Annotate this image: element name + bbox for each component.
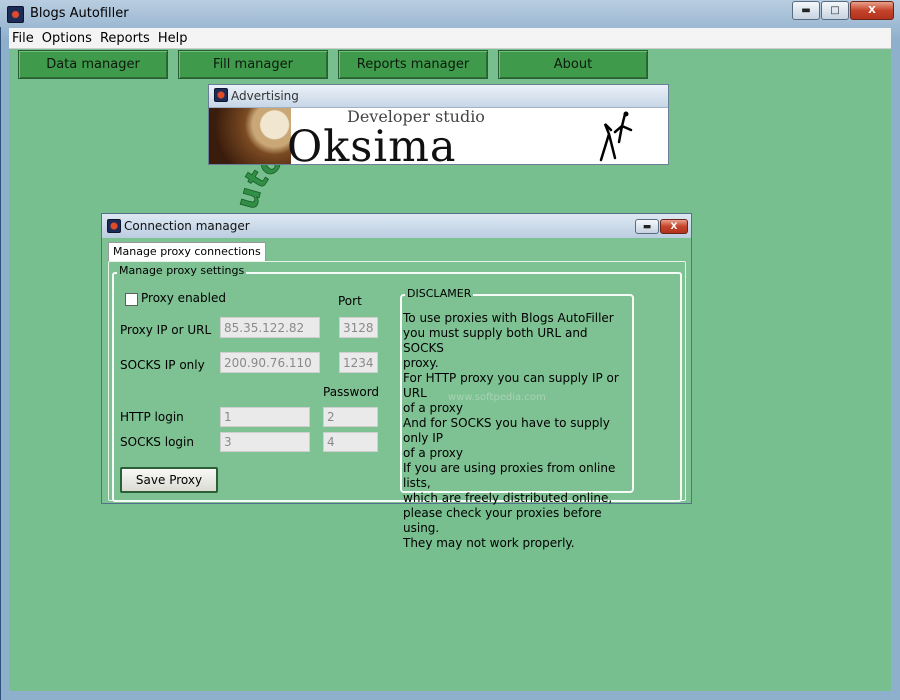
fill-manager-button[interactable]: Fill manager xyxy=(178,50,328,79)
main-titlebar[interactable]: Blogs Autofiller ▬ □ X xyxy=(0,0,900,27)
connection-manager-window: Connection manager ▬ X Manage proxy conn… xyxy=(101,213,692,550)
socks-port-input[interactable] xyxy=(339,352,378,373)
about-button[interactable]: About xyxy=(498,50,648,79)
reports-manager-button[interactable]: Reports manager xyxy=(338,50,488,79)
menu-options[interactable]: Options xyxy=(39,31,95,46)
http-login-input[interactable] xyxy=(220,407,310,427)
close-button[interactable]: X xyxy=(850,1,894,20)
window-caption-buttons: ▬ □ X xyxy=(791,1,894,20)
connection-manager-caption-buttons: ▬ X xyxy=(634,219,688,234)
proxy-settings-legend: Manage proxy settings xyxy=(117,264,247,277)
banner-brand: Oksima xyxy=(287,122,457,164)
window-title: Blogs Autofiller xyxy=(30,6,129,21)
menubar: File Options Reports Help xyxy=(9,28,891,49)
connection-manager-app-icon xyxy=(107,219,121,233)
close-icon: X xyxy=(868,5,876,16)
app-icon xyxy=(7,6,24,23)
proxy-ip-label: Proxy IP or URL xyxy=(120,323,212,337)
minimize-icon: ▬ xyxy=(801,5,811,16)
disclaimer-text: To use proxies with Blogs AutoFiller you… xyxy=(403,311,619,550)
password-header: Password xyxy=(323,385,380,399)
http-password-input[interactable] xyxy=(323,407,378,427)
minimize-button[interactable]: ▬ xyxy=(792,1,820,20)
menu-help[interactable]: Help xyxy=(155,31,191,46)
save-proxy-button[interactable]: Save Proxy xyxy=(120,467,218,493)
minimize-icon: ▬ xyxy=(642,221,652,232)
tab-panel: www.softpedia.com Manage proxy settings … xyxy=(108,261,686,550)
disclaimer-box: DISCLAMER To use proxies with Blogs Auto… xyxy=(400,287,634,550)
socks-login-label: SOCKS login xyxy=(120,435,194,449)
proxy-enabled-checkbox[interactable] xyxy=(125,293,138,306)
tab-manage-proxy-connections[interactable]: Manage proxy connections xyxy=(108,242,266,261)
advertising-app-icon xyxy=(214,88,228,102)
proxy-ip-input[interactable] xyxy=(220,317,320,338)
main-window: Blogs Autofiller ▬ □ X File Options Repo… xyxy=(0,0,900,700)
socks-ip-label: SOCKS IP only xyxy=(120,358,205,372)
frame-left xyxy=(0,27,1,700)
socks-login-input[interactable] xyxy=(220,432,310,452)
advertising-banner[interactable]: Developer studio Oksima xyxy=(209,108,668,164)
connection-minimize-button[interactable]: ▬ xyxy=(635,219,659,234)
menu-file[interactable]: File xyxy=(9,31,37,46)
socks-ip-input[interactable] xyxy=(220,352,320,373)
socks-password-input[interactable] xyxy=(323,432,378,452)
data-manager-button[interactable]: Data manager xyxy=(18,50,168,79)
connection-manager-title: Connection manager xyxy=(124,219,250,233)
maximize-button[interactable]: □ xyxy=(821,1,849,20)
connection-manager-titlebar[interactable]: Connection manager ▬ X xyxy=(102,214,691,238)
advertising-title: Advertising xyxy=(231,89,299,103)
connection-close-button[interactable]: X xyxy=(660,219,688,234)
banner-photo xyxy=(209,108,291,164)
close-icon: X xyxy=(670,221,678,232)
advertising-window: Advertising Developer studio Oksima xyxy=(208,84,669,165)
disclaimer-title: DISCLAMER xyxy=(405,287,474,300)
http-login-label: HTTP login xyxy=(120,410,184,424)
port-header: Port xyxy=(338,294,362,308)
menu-reports[interactable]: Reports xyxy=(97,31,153,46)
banner-figure-icon xyxy=(599,111,633,162)
maximize-icon: □ xyxy=(830,5,840,16)
proxy-enabled-label: Proxy enabled xyxy=(141,291,226,305)
proxy-port-input[interactable] xyxy=(339,317,378,338)
advertising-titlebar[interactable]: Advertising xyxy=(209,85,668,108)
